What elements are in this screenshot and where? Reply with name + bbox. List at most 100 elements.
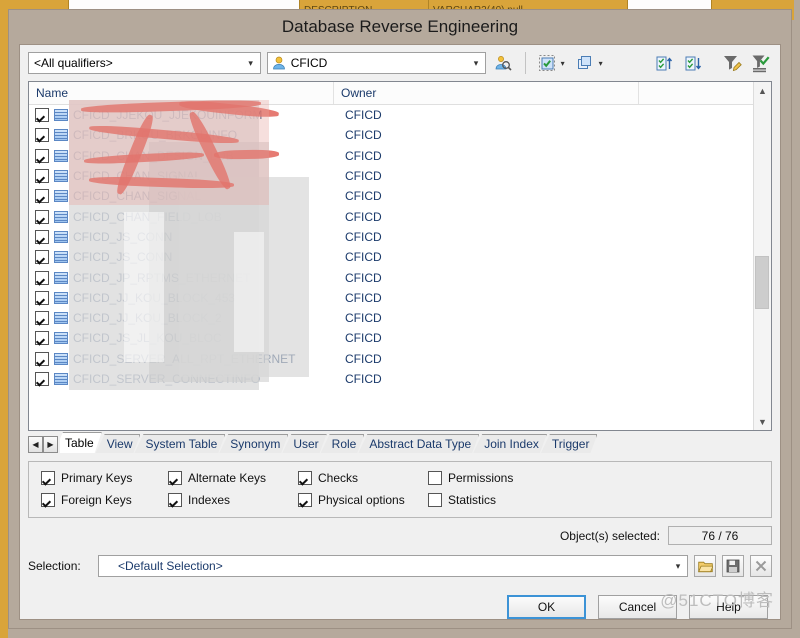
row-checkbox[interactable] — [35, 209, 49, 224]
row-checkbox[interactable] — [35, 331, 49, 346]
tab-user[interactable]: User — [282, 434, 326, 453]
tab-strip[interactable]: Table View System Table Synonym User Role Abst… — [60, 432, 772, 453]
table-icon — [54, 210, 68, 223]
list-column-headers: Name Owner — [29, 82, 771, 105]
database-reverse-engineering-dialog: Database Reverse Engineering <All qualif… — [8, 9, 792, 629]
table-row[interactable]: CFICD_JJEKOU_JJEKOUINFORM CFICD — [29, 105, 771, 125]
column-header-blank[interactable] — [639, 82, 771, 104]
option-checkbox[interactable] — [41, 493, 55, 507]
row-checkbox[interactable] — [35, 250, 49, 265]
tab-trigger[interactable]: Trigger — [541, 434, 598, 453]
chevron-down-icon[interactable]: ▼ — [754, 413, 771, 430]
list-vertical-scrollbar[interactable]: ▲ ▼ — [753, 82, 771, 430]
row-checkbox[interactable] — [35, 311, 49, 326]
option-indexes[interactable]: Indexes — [168, 493, 298, 507]
scrollbar-thumb[interactable] — [755, 256, 769, 310]
table-row[interactable]: CFICD_BRKGU_BRKGUINFO CFICD — [29, 125, 771, 145]
table-row[interactable]: CFICD_CHAN_DESIGN_LOB CFICD — [29, 146, 771, 166]
option-checkbox[interactable] — [168, 471, 182, 485]
options-column-1: Primary Keys Foreign Keys — [41, 471, 168, 507]
deselect-all-icon[interactable] — [574, 51, 598, 75]
chevron-down-icon[interactable]: ▾ — [467, 53, 486, 73]
row-checkbox[interactable] — [35, 148, 49, 163]
option-physical-options[interactable]: Physical options — [298, 493, 428, 507]
table-icon — [54, 291, 68, 304]
objects-selected-row: Object(s) selected: 76 / 76 — [28, 526, 772, 545]
table-row[interactable]: CFICD_JJ_KOU_BLOCK_2 CFICD — [29, 308, 771, 328]
object-type-tabs[interactable]: ◀ ▶ Table View System Table Synonym User Role… — [28, 431, 772, 453]
chevron-down-icon[interactable]: ▾ — [669, 556, 687, 576]
row-checkbox[interactable] — [35, 290, 49, 305]
row-name: CFICD_CHAN_DESIGN_LOB — [73, 148, 234, 163]
table-row[interactable]: CFICD_SERVER_CONNECTINFO CFICD — [29, 369, 771, 389]
option-alternate-keys[interactable]: Alternate Keys — [168, 471, 298, 485]
row-checkbox[interactable] — [35, 229, 49, 244]
table-row[interactable]: CFICD_JJ_KOU_BLOCK_453 CFICD — [29, 288, 771, 308]
tab-join-index[interactable]: Join Index — [473, 434, 547, 453]
option-checkbox[interactable] — [428, 493, 442, 507]
row-checkbox[interactable] — [35, 372, 49, 386]
scrollbar-track[interactable] — [754, 99, 771, 413]
tab-role[interactable]: Role — [321, 434, 365, 453]
chevron-down-icon[interactable]: ▾ — [241, 53, 260, 73]
row-checkbox[interactable] — [35, 108, 49, 123]
option-statistics[interactable]: Statistics — [428, 493, 558, 507]
row-checkbox[interactable] — [35, 189, 49, 204]
table-row[interactable]: CFICD_JP_RPTMS_ETHERNET CFICD — [29, 267, 771, 287]
prev-tab-icon[interactable]: ◀ — [28, 436, 43, 453]
user-dropdown[interactable]: CFICD ▾ — [266, 52, 487, 74]
row-checkbox[interactable] — [35, 169, 49, 184]
selection-dropdown[interactable]: <Default Selection> ▾ — [98, 555, 688, 577]
row-name: CFICD_JJ_KOU_BLOCK_2 — [73, 311, 222, 326]
table-row[interactable]: CFICD_JS_CONN CFICD — [29, 227, 771, 247]
option-primary-keys[interactable]: Primary Keys — [41, 471, 168, 485]
select-all-icon[interactable] — [536, 51, 560, 75]
chevron-down-icon[interactable]: ▾ — [599, 59, 603, 68]
dialog-buttons: OK Cancel Help — [20, 595, 768, 619]
deselect-all-split[interactable]: ▾ — [574, 51, 606, 75]
table-icon — [54, 230, 68, 243]
option-checkbox[interactable] — [168, 493, 182, 507]
row-owner: CFICD — [345, 372, 382, 386]
save-selection-icon[interactable] — [722, 555, 744, 577]
select-all-split[interactable]: ▾ — [536, 51, 568, 75]
edit-filter-icon[interactable] — [721, 51, 744, 75]
option-checkbox[interactable] — [298, 471, 312, 485]
option-checks[interactable]: Checks — [298, 471, 428, 485]
column-header-name[interactable]: Name — [29, 82, 334, 104]
row-checkbox[interactable] — [35, 128, 49, 143]
object-list[interactable]: Name Owner CFICD_JJEKOU_JJEKOUINFORM CFIC… — [28, 81, 772, 431]
option-permissions[interactable]: Permissions — [428, 471, 558, 485]
tab-table[interactable]: Table — [60, 432, 102, 453]
sort-ascending-icon[interactable] — [654, 51, 677, 75]
list-rows[interactable]: CFICD_JJEKOU_JJEKOUINFORM CFICD CFICD_BRKG… — [29, 105, 771, 430]
tab-abstract-data-type[interactable]: Abstract Data Type — [358, 434, 479, 453]
option-checkbox[interactable] — [428, 471, 442, 485]
open-selection-icon[interactable] — [694, 555, 716, 577]
user-properties-icon[interactable] — [492, 51, 515, 75]
row-checkbox[interactable] — [35, 351, 49, 366]
table-row[interactable]: CFICD_JS_CONN CFICD — [29, 247, 771, 267]
table-row[interactable]: CFICD_CHAN_FIELD_LOB CFICD — [29, 206, 771, 226]
sort-descending-icon[interactable] — [682, 51, 705, 75]
apply-filter-icon[interactable] — [749, 51, 772, 75]
table-row[interactable]: CFICD_CHAN_SIGNAL CFICD — [29, 166, 771, 186]
column-header-owner[interactable]: Owner — [334, 82, 639, 104]
delete-selection-icon[interactable] — [750, 555, 772, 577]
table-row[interactable]: CFICD_CHAN_SIGNAL CFICD — [29, 186, 771, 206]
table-icon — [54, 251, 68, 264]
chevron-up-icon[interactable]: ▲ — [754, 82, 771, 99]
qualifier-dropdown[interactable]: <All qualifiers> ▾ — [28, 52, 261, 74]
option-checkbox[interactable] — [298, 493, 312, 507]
ok-button[interactable]: OK — [507, 595, 586, 619]
option-checkbox[interactable] — [41, 471, 55, 485]
row-checkbox[interactable] — [35, 270, 49, 285]
table-row[interactable]: CFICD_JS_JL_KOU_BLOC CFICD — [29, 328, 771, 348]
tab-synonym[interactable]: Synonym — [219, 434, 288, 453]
option-foreign-keys[interactable]: Foreign Keys — [41, 493, 168, 507]
next-tab-icon[interactable]: ▶ — [43, 436, 58, 453]
tab-view[interactable]: View — [96, 434, 141, 453]
tab-system-table[interactable]: System Table — [134, 434, 225, 453]
table-row[interactable]: CFICD_SERVER_ALL_RPT_ETHERNET CFICD — [29, 349, 771, 369]
chevron-down-icon[interactable]: ▾ — [561, 59, 565, 68]
